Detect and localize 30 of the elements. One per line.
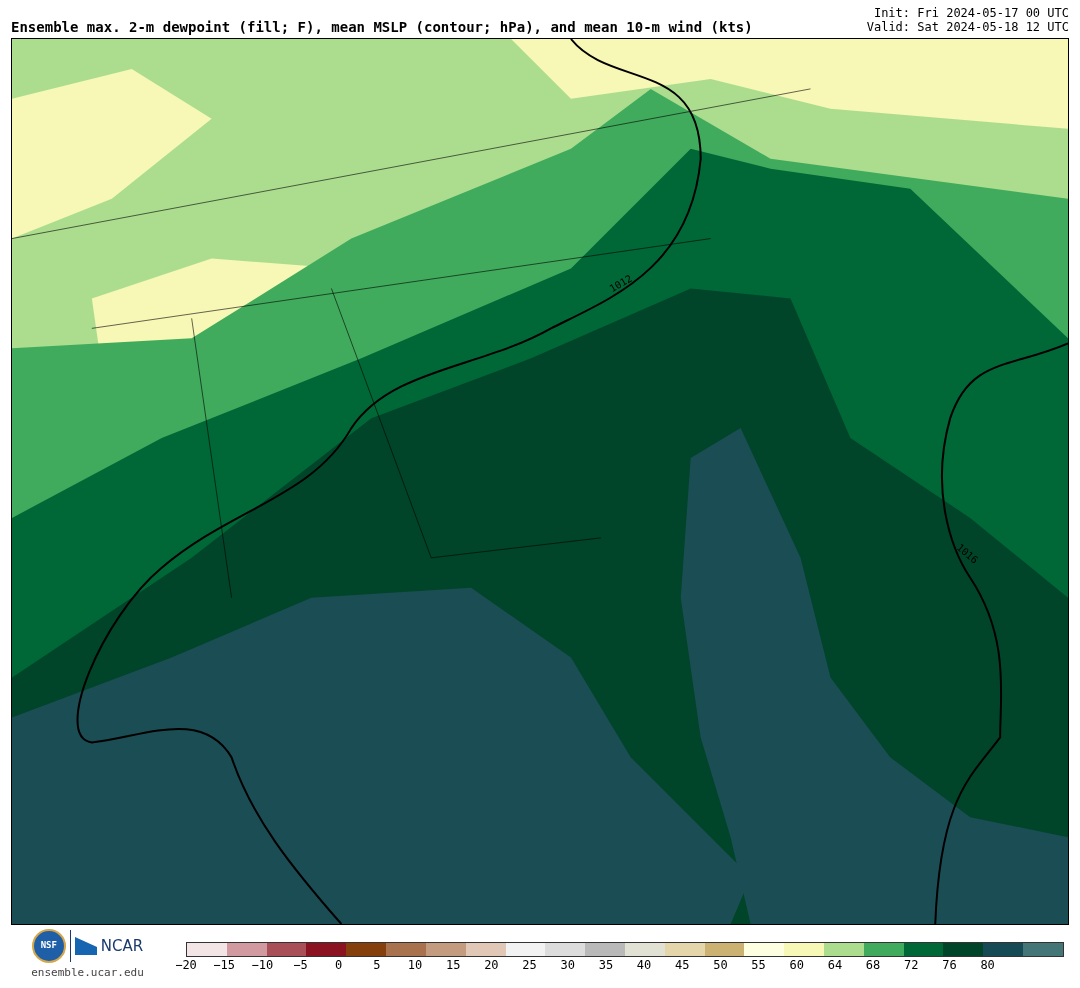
colorbar-tick-label: 40 (636, 959, 652, 971)
ncar-logo: NCAR (100, 935, 144, 957)
colorbar-tick-label: 20 (484, 959, 499, 971)
colorbar-tick-label: 68 (865, 959, 881, 971)
contour-label: 1012 (608, 273, 634, 295)
colorbar-tick-label: 0 (335, 959, 343, 971)
colorbar-tick-label: −15 (213, 959, 235, 971)
colorbar-tick-label: 45 (675, 959, 690, 971)
colorbar-tick-label: 72 (904, 959, 919, 971)
colorbar-tick-label: 64 (827, 959, 843, 971)
colorbar-tick-label: 10 (407, 959, 423, 971)
ncar-logo-icon (74, 937, 97, 955)
colorbar-tick-label: 5 (373, 959, 381, 971)
colorbar-tick-label: 50 (713, 959, 728, 971)
site-url: ensemble.ucar.edu (31, 965, 144, 981)
chart-title: Ensemble max. 2-m dewpoint (fill; F), mean MSLP (contour; hPa), and mean 10-m wind (kts) (11, 20, 753, 34)
colorbar-tick-label: 30 (560, 959, 575, 971)
colorbar-tick-label: −20 (175, 959, 197, 971)
nsf-logo: NSF (31, 929, 66, 963)
colorbar-tick-label: −10 (251, 959, 274, 971)
colorbar-tick-label: −5 (293, 959, 308, 971)
colorbar-tick-label: 15 (446, 959, 461, 971)
colorbar-tick-label: 80 (980, 959, 995, 971)
colorbar-tick-label: 55 (751, 959, 766, 971)
colorbar-tick-label: 25 (522, 959, 537, 971)
colorbar-tick-label: 76 (942, 959, 957, 971)
colorbar-tick-label: 35 (598, 959, 614, 971)
valid-time: Valid: Sat 2024-05-18 12 UTC (866, 20, 1069, 34)
colorbar-tick-label: 60 (789, 959, 804, 971)
init-time: Init: Fri 2024-05-17 00 UTC (873, 6, 1069, 20)
